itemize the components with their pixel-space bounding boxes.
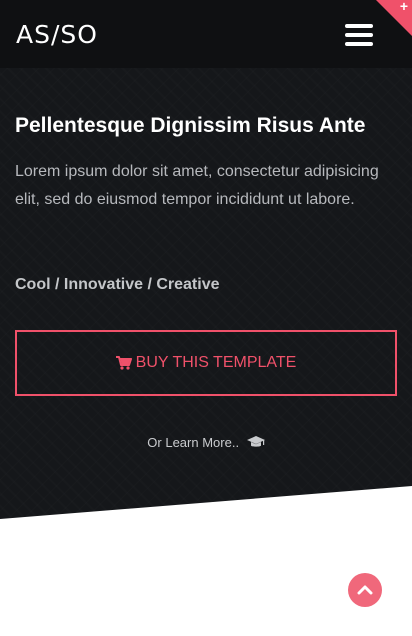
navbar: AS/SO <box>0 0 412 68</box>
hero-tagline: Cool / Innovative / Creative <box>15 276 220 293</box>
page: AS/SO + Pellentesque Dignissim Risus Ant… <box>0 0 412 636</box>
shopping-cart-icon <box>115 356 132 370</box>
hamburger-menu-icon[interactable] <box>345 24 373 46</box>
site-logo[interactable]: AS/SO <box>16 20 98 50</box>
learn-more-link[interactable]: Or Learn More.. <box>0 434 412 452</box>
plus-icon: + <box>399 0 408 14</box>
scroll-to-top-button[interactable] <box>348 573 382 607</box>
learn-more-label: Or Learn More.. <box>147 435 240 450</box>
menu-bar <box>345 33 373 37</box>
corner-plus-button[interactable]: + <box>376 0 412 36</box>
buy-template-button[interactable]: BUY THIS TEMPLATE <box>15 330 397 396</box>
graduation-cap-icon <box>246 436 265 447</box>
buy-button-label: BUY THIS TEMPLATE <box>135 354 297 371</box>
hero-headline: Pellentesque Dignissim Risus Ante <box>15 114 366 137</box>
menu-bar <box>345 24 373 28</box>
chevron-up-icon <box>357 585 373 595</box>
menu-bar <box>345 42 373 46</box>
hero-lead-text: Lorem ipsum dolor sit amet, consectetur … <box>15 163 379 208</box>
